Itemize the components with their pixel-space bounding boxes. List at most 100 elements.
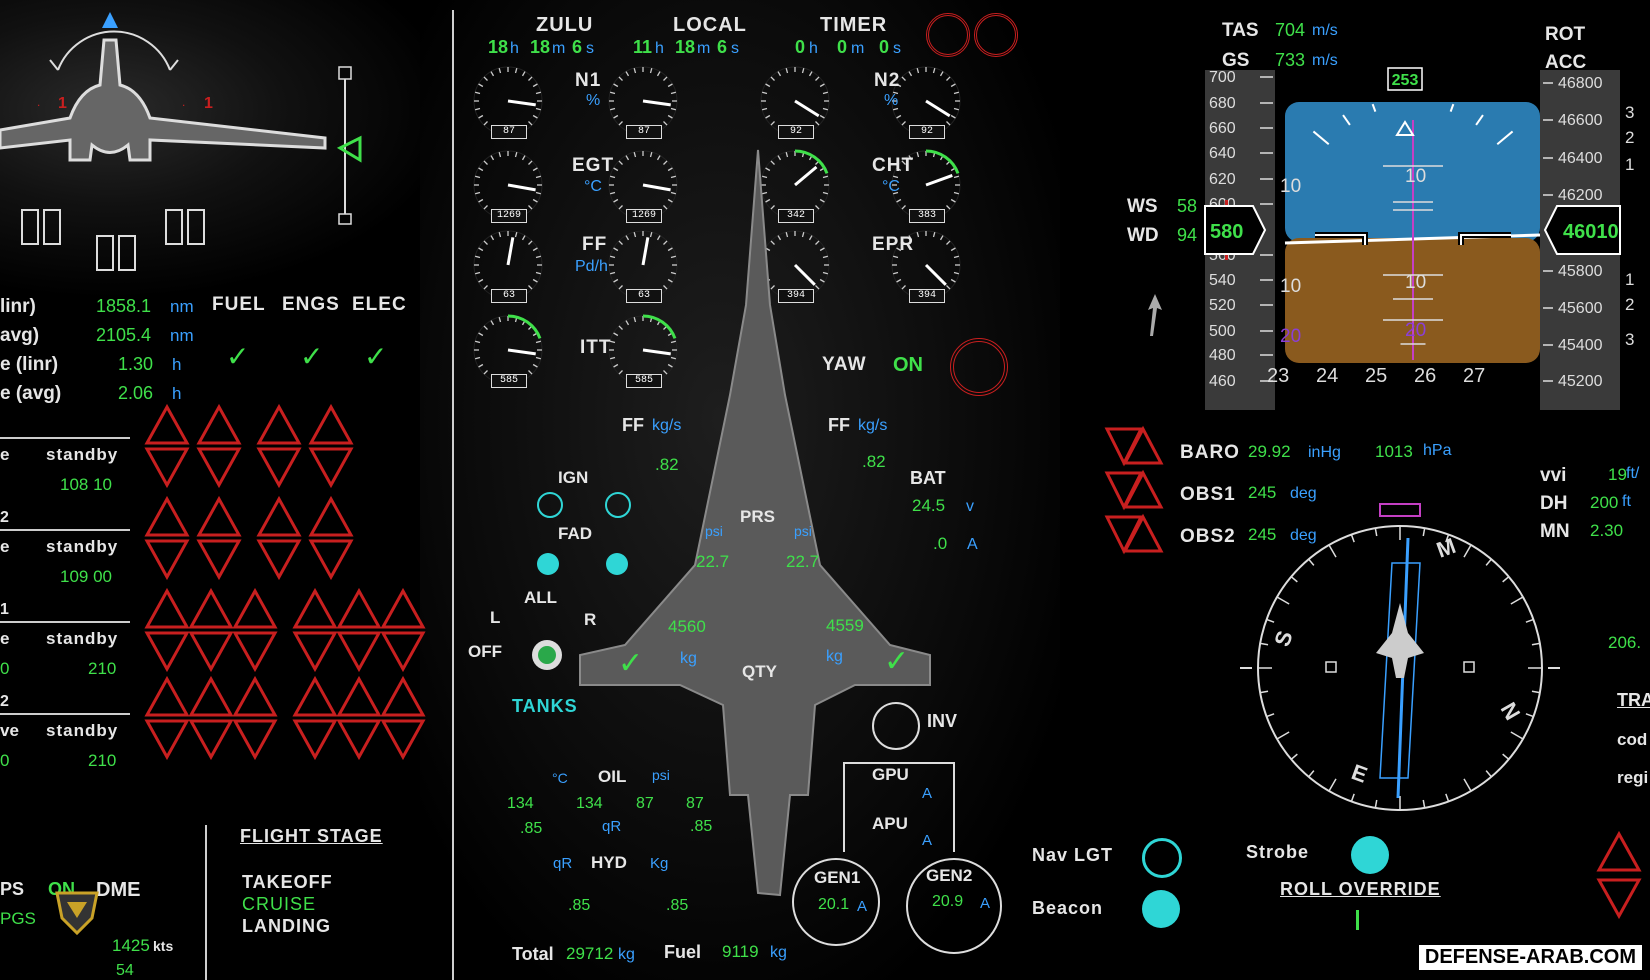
fad-toggle[interactable] (537, 553, 559, 575)
ign-toggle[interactable] (537, 492, 563, 518)
pgs-label: PGS (0, 909, 36, 928)
warning-triangle-icon (256, 447, 302, 489)
pfd-rot-label: ROT (1545, 24, 1586, 45)
warning-triangle-icon (336, 675, 382, 717)
beacon-toggle[interactable] (1142, 890, 1180, 928)
left-row-value: 2105.4 (96, 325, 152, 345)
pfd-wd-label: WD (1127, 225, 1159, 246)
nav-standby-label: standby (46, 629, 119, 648)
stage-takeoff[interactable]: TAKEOFF (242, 872, 333, 893)
nav-ftm[interactable]: ft/ (1626, 465, 1639, 483)
fuel-bat-a: .0 (933, 534, 948, 553)
warning-triangle-icon (144, 403, 190, 445)
roll-override-button[interactable]: ROLL OVERRIDE (1280, 879, 1441, 900)
gauge-needle (507, 348, 536, 356)
nav-baro[interactable]: 29.92 (1248, 442, 1291, 462)
ign-toggle[interactable] (605, 492, 631, 518)
warning-triangle-icon (256, 539, 302, 581)
fuel-ff-right: .82 (862, 452, 886, 471)
nav-inhg[interactable]: inHg (1308, 444, 1341, 462)
nav-frequency[interactable]: 108 10 (60, 475, 112, 495)
gauge-readout: 87 (626, 125, 662, 139)
nav-index: 1 (0, 601, 9, 618)
fuel-qr: qR (602, 818, 622, 835)
warning-triangle-icon (292, 719, 338, 761)
speed-bug-value: 253 (1392, 72, 1419, 89)
tab-engs[interactable]: ENGS (282, 294, 340, 316)
nav-hpa[interactable]: hPa (1423, 442, 1451, 460)
nav-index: 2 (0, 693, 9, 710)
nav-frequency[interactable]: 109 00 (60, 567, 112, 587)
yaw-damper-button[interactable] (950, 338, 1008, 396)
fuel-qty-label: QTY (742, 662, 777, 681)
kts-unit: kts (153, 938, 174, 954)
tab-elec[interactable]: ELEC (352, 294, 407, 316)
gen1-indicator[interactable] (792, 858, 880, 946)
aircraft-front-view: . 1 . 1 (0, 12, 362, 271)
gauge-readout: 1269 (491, 209, 527, 223)
altitude-tick: 45600 (1558, 300, 1603, 317)
warning-triangle-icon (188, 719, 234, 761)
gen2-indicator[interactable] (906, 858, 1002, 954)
fuel-kg: kg (618, 946, 635, 963)
timer-start-button[interactable] (926, 13, 970, 57)
fuel-c-unit: °C (552, 770, 568, 786)
nav-frequency[interactable]: 210 (88, 659, 116, 679)
fuel-r-label: R (584, 610, 597, 629)
fuel-gpu-label: GPU (872, 765, 909, 784)
nav-dh[interactable]: 200 (1590, 493, 1618, 513)
left-row-value: 1858.1 (96, 296, 152, 316)
altitude-tick: 46600 (1558, 112, 1603, 129)
fuel-hyd-kg: Kg (650, 855, 669, 872)
heading-tick: 24 (1316, 365, 1338, 387)
altitude-tick: 45800 (1558, 263, 1603, 280)
fuel-oil-vals-1: 134 (576, 795, 603, 812)
strobe-toggle[interactable] (1351, 836, 1389, 874)
inv-indicator[interactable] (872, 702, 920, 750)
altitude-tick: 46200 (1558, 187, 1603, 204)
dme-value: 1425 (112, 936, 150, 955)
dme-label: DME (96, 879, 141, 901)
fuel-tanks-label: TANKS (512, 696, 578, 716)
nav-light-toggle[interactable] (1142, 838, 1182, 878)
fuel-hyd-vals-1: .85 (666, 897, 689, 914)
fuel-prs-label: PRS (740, 507, 775, 526)
warning-triangle-icon (232, 587, 278, 629)
nav-divider (0, 529, 130, 531)
tab-fuel[interactable]: FUEL (212, 294, 266, 316)
warning-triangle-icon (188, 631, 234, 673)
warning-triangle-icon (336, 631, 382, 673)
fuel-bat-label: BAT (910, 468, 946, 488)
fuel-off-label: OFF (468, 642, 502, 661)
stage-cruise[interactable]: CRUISE (242, 894, 316, 915)
strobe-label: Strobe (1246, 842, 1310, 862)
gps-label: PS (0, 879, 25, 899)
flight-stage-title: FLIGHT STAGE (240, 826, 383, 846)
speed-tick: 640 (1209, 145, 1236, 162)
timer-reset-button[interactable] (974, 13, 1018, 57)
fuel-apu-label: APU (872, 814, 908, 833)
nav-hpa-val[interactable]: 1013 (1375, 442, 1413, 462)
pfd-ws: 58 (1177, 196, 1198, 216)
nav-mn[interactable]: 2.30 (1590, 521, 1623, 541)
warning-triangle-icon (308, 539, 354, 581)
check-icon: ✓ (618, 647, 644, 680)
nav-ft[interactable]: ft (1622, 493, 1631, 511)
panel-divider (205, 825, 207, 980)
left-row-unit: nm (170, 297, 194, 316)
warning-triangle-icon (308, 495, 354, 537)
stage-landing[interactable]: LANDING (242, 916, 331, 937)
altitude-tick: 46800 (1558, 75, 1603, 92)
pitch-label: 10 (1405, 272, 1426, 293)
warning-triangle-icon (292, 675, 338, 717)
fuel-hyd-vals-0: .85 (568, 897, 591, 914)
vertical-speed-mark: 2 (1625, 295, 1634, 314)
nav-deg[interactable]: deg (1290, 485, 1317, 503)
nav-vvi[interactable]: 19 (1608, 465, 1627, 485)
wind-arrow-icon (1148, 294, 1162, 336)
nav-obs1[interactable]: 245 (1248, 483, 1276, 503)
fad-toggle[interactable] (606, 553, 628, 575)
transponder-label: TRA (1617, 690, 1650, 710)
nav-active: 0 (0, 659, 10, 678)
nav-frequency[interactable]: 210 (88, 751, 116, 771)
